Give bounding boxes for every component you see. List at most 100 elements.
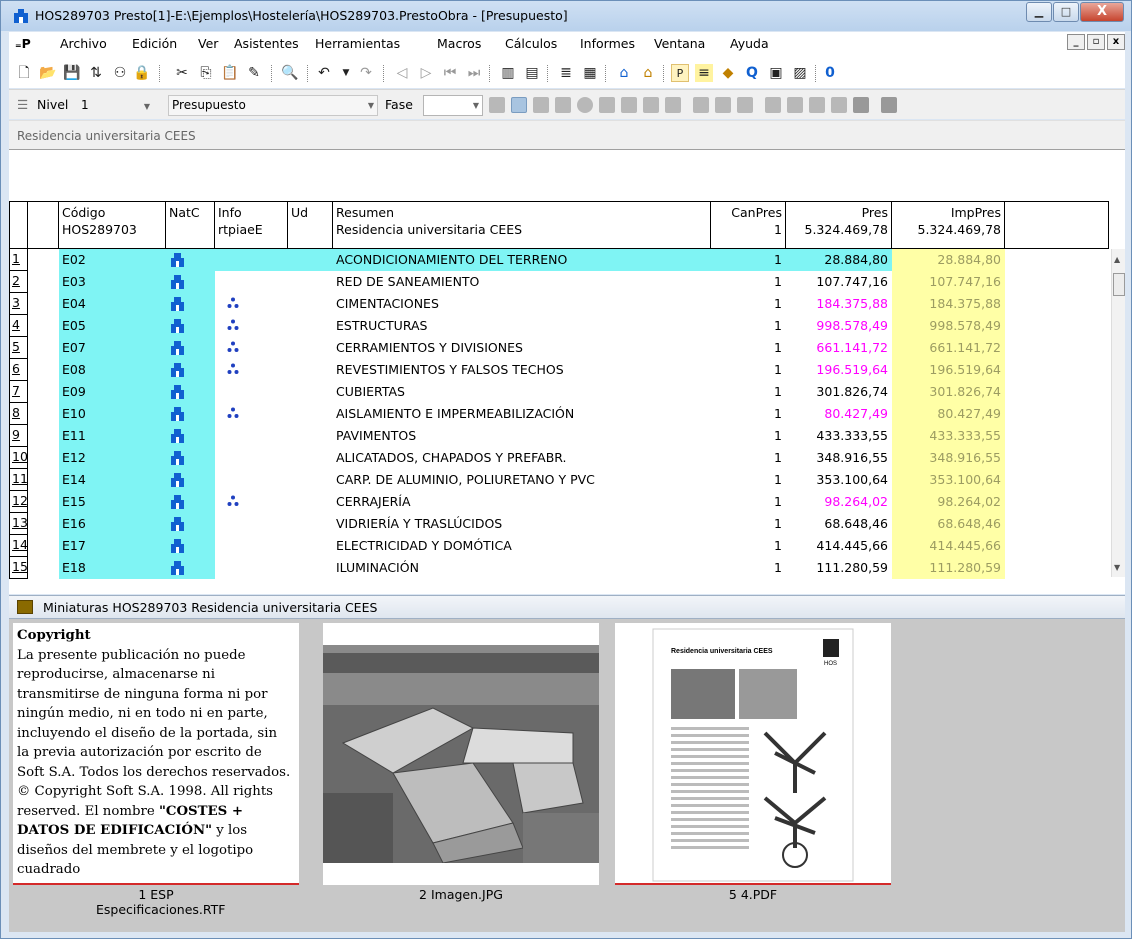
scroll-up-icon[interactable]: ▲ bbox=[1114, 255, 1120, 264]
header-resumen[interactable]: Resumen Residencia universitaria CEES bbox=[333, 202, 711, 248]
new-icon[interactable]: 🗋 bbox=[15, 64, 33, 82]
mdi-minimize-button[interactable]: _ bbox=[1067, 34, 1085, 50]
cell-natc[interactable] bbox=[166, 447, 215, 469]
header-ud[interactable]: Ud bbox=[288, 202, 333, 248]
redo-icon[interactable]: ↷ bbox=[357, 64, 375, 82]
cell-info[interactable] bbox=[215, 271, 297, 293]
row-number[interactable]: 4 bbox=[9, 315, 28, 337]
cell-info[interactable] bbox=[215, 447, 297, 469]
cell-natc[interactable] bbox=[166, 381, 215, 403]
cell-pres[interactable]: 184.375,88 bbox=[786, 293, 892, 315]
menu-ayuda[interactable]: Ayuda bbox=[730, 36, 769, 51]
format-painter-icon[interactable]: ✎ bbox=[245, 64, 263, 82]
view-icon[interactable] bbox=[693, 97, 709, 113]
cell-natc[interactable] bbox=[166, 337, 215, 359]
cell-pres[interactable]: 68.648,46 bbox=[786, 513, 892, 535]
table-row[interactable]: 1 E02 ACONDICIONAMIENTO DEL TERRENO 1 28.884… bbox=[9, 249, 1109, 271]
table-row[interactable]: 4 E05 ESTRUCTURAS 1 998.578,49 998.578,49 bbox=[9, 315, 1109, 337]
menu-macros[interactable]: Macros bbox=[437, 36, 481, 51]
cell-codigo[interactable]: E04 bbox=[59, 293, 166, 315]
rows-icon[interactable]: ▤ bbox=[523, 64, 541, 82]
cell-canpres[interactable]: 1 bbox=[711, 447, 786, 469]
view-icon[interactable] bbox=[715, 97, 731, 113]
cell-info[interactable] bbox=[215, 359, 297, 381]
cell-pres[interactable]: 111.280,59 bbox=[786, 557, 892, 579]
table-row[interactable]: 7 E09 CUBIERTAS 1 301.826,74 301.826,74 bbox=[9, 381, 1109, 403]
row-number[interactable]: 11 bbox=[9, 469, 28, 491]
cell-codigo[interactable]: E09 bbox=[59, 381, 166, 403]
cell-resumen[interactable]: CERRAJERÍA bbox=[333, 491, 711, 513]
view-icon[interactable] bbox=[831, 97, 847, 113]
cell-pres[interactable]: 301.826,74 bbox=[786, 381, 892, 403]
thumbnail-image[interactable] bbox=[323, 623, 599, 885]
cell-codigo[interactable]: E05 bbox=[59, 315, 166, 337]
close-button[interactable]: X bbox=[1080, 2, 1124, 22]
menu-calculos[interactable]: Cálculos bbox=[505, 36, 557, 51]
cell-pres[interactable]: 196.519,64 bbox=[786, 359, 892, 381]
columns-icon[interactable]: ▥ bbox=[499, 64, 517, 82]
cell-codigo[interactable]: E16 bbox=[59, 513, 166, 535]
cell-pres[interactable]: 433.333,55 bbox=[786, 425, 892, 447]
mdi-close-button[interactable]: x bbox=[1107, 34, 1125, 50]
view-icon[interactable] bbox=[489, 97, 505, 113]
thumbnail-pdf[interactable]: Residencia universitaria CEES HOS bbox=[615, 623, 891, 885]
document-icon[interactable]: ₌P bbox=[15, 36, 31, 51]
cell-codigo[interactable]: E18 bbox=[59, 557, 166, 579]
menu-informes[interactable]: Informes bbox=[580, 36, 635, 51]
vertical-scrollbar[interactable]: ▲ ▼ bbox=[1111, 249, 1125, 577]
menu-herramientas[interactable]: Herramientas bbox=[315, 36, 400, 51]
cell-natc[interactable] bbox=[166, 425, 215, 447]
undo-icon[interactable]: ↶ bbox=[315, 64, 333, 82]
cell-resumen[interactable]: ACONDICIONAMIENTO DEL TERRENO bbox=[333, 249, 711, 271]
cell-canpres[interactable]: 1 bbox=[711, 557, 786, 579]
table-row[interactable]: 3 E04 CIMENTACIONES 1 184.375,88 184.375,88 bbox=[9, 293, 1109, 315]
cell-info[interactable] bbox=[215, 535, 297, 557]
cell-natc[interactable] bbox=[166, 271, 215, 293]
table-icon[interactable]: ▦ bbox=[581, 64, 599, 82]
cell-canpres[interactable]: 1 bbox=[711, 337, 786, 359]
cell-imppres[interactable]: 184.375,88 bbox=[892, 293, 1005, 315]
minimize-button[interactable]: ▁ bbox=[1026, 2, 1052, 22]
entities-icon[interactable]: ⌂ bbox=[639, 64, 657, 82]
view-icon[interactable] bbox=[809, 97, 825, 113]
row-number[interactable]: 10 bbox=[9, 447, 28, 469]
cell-codigo[interactable]: E17 bbox=[59, 535, 166, 557]
row-number[interactable]: 2 bbox=[9, 271, 28, 293]
view-icon[interactable] bbox=[643, 97, 659, 113]
cell-resumen[interactable]: PAVIMENTOS bbox=[333, 425, 711, 447]
cell-resumen[interactable]: RED DE SANEAMIENTO bbox=[333, 271, 711, 293]
calc-icon[interactable]: ▣ bbox=[767, 64, 785, 82]
query-icon[interactable]: Q bbox=[743, 64, 761, 82]
cell-resumen[interactable]: VIDRIERÍA Y TRASLÚCIDOS bbox=[333, 513, 711, 535]
header-info[interactable]: Info rtpiaeE bbox=[215, 202, 288, 248]
cell-info[interactable] bbox=[215, 315, 297, 337]
cell-pres[interactable]: 80.427,49 bbox=[786, 403, 892, 425]
cell-resumen[interactable]: AISLAMIENTO E IMPERMEABILIZACIÓN bbox=[333, 403, 711, 425]
row-number[interactable]: 6 bbox=[9, 359, 28, 381]
cell-codigo[interactable]: E02 bbox=[59, 249, 166, 271]
scrollbar-thumb[interactable] bbox=[1113, 273, 1125, 296]
cell-canpres[interactable]: 1 bbox=[711, 491, 786, 513]
cell-imppres[interactable]: 433.333,55 bbox=[892, 425, 1005, 447]
row-number[interactable]: 7 bbox=[9, 381, 28, 403]
view-icon[interactable] bbox=[787, 97, 803, 113]
cell-imppres[interactable]: 111.280,59 bbox=[892, 557, 1005, 579]
menu-archivo[interactable]: Archivo bbox=[60, 36, 107, 51]
cell-resumen[interactable]: CUBIERTAS bbox=[333, 381, 711, 403]
cell-canpres[interactable]: 1 bbox=[711, 359, 786, 381]
cell-imppres[interactable]: 68.648,46 bbox=[892, 513, 1005, 535]
cell-imppres[interactable]: 107.747,16 bbox=[892, 271, 1005, 293]
cell-pres[interactable]: 353.100,64 bbox=[786, 469, 892, 491]
cell-imppres[interactable]: 301.826,74 bbox=[892, 381, 1005, 403]
cell-imppres[interactable]: 28.884,80 bbox=[892, 249, 1005, 271]
menu-asistentes[interactable]: Asistentes bbox=[234, 36, 299, 51]
users-icon[interactable]: ⚇ bbox=[111, 64, 129, 82]
row-number[interactable]: 14 bbox=[9, 535, 28, 557]
mdi-restore-button[interactable]: ▫ bbox=[1087, 34, 1105, 50]
cell-codigo[interactable]: E10 bbox=[59, 403, 166, 425]
cell-resumen[interactable]: ELECTRICIDAD Y DOMÓTICA bbox=[333, 535, 711, 557]
table-row[interactable]: 6 E08 REVESTIMIENTOS Y FALSOS TECHOS 1 196.5… bbox=[9, 359, 1109, 381]
maximize-button[interactable]: □ bbox=[1053, 2, 1079, 22]
table-row[interactable]: 9 E11 PAVIMENTOS 1 433.333,55 433.333,55 bbox=[9, 425, 1109, 447]
cell-codigo[interactable]: E14 bbox=[59, 469, 166, 491]
